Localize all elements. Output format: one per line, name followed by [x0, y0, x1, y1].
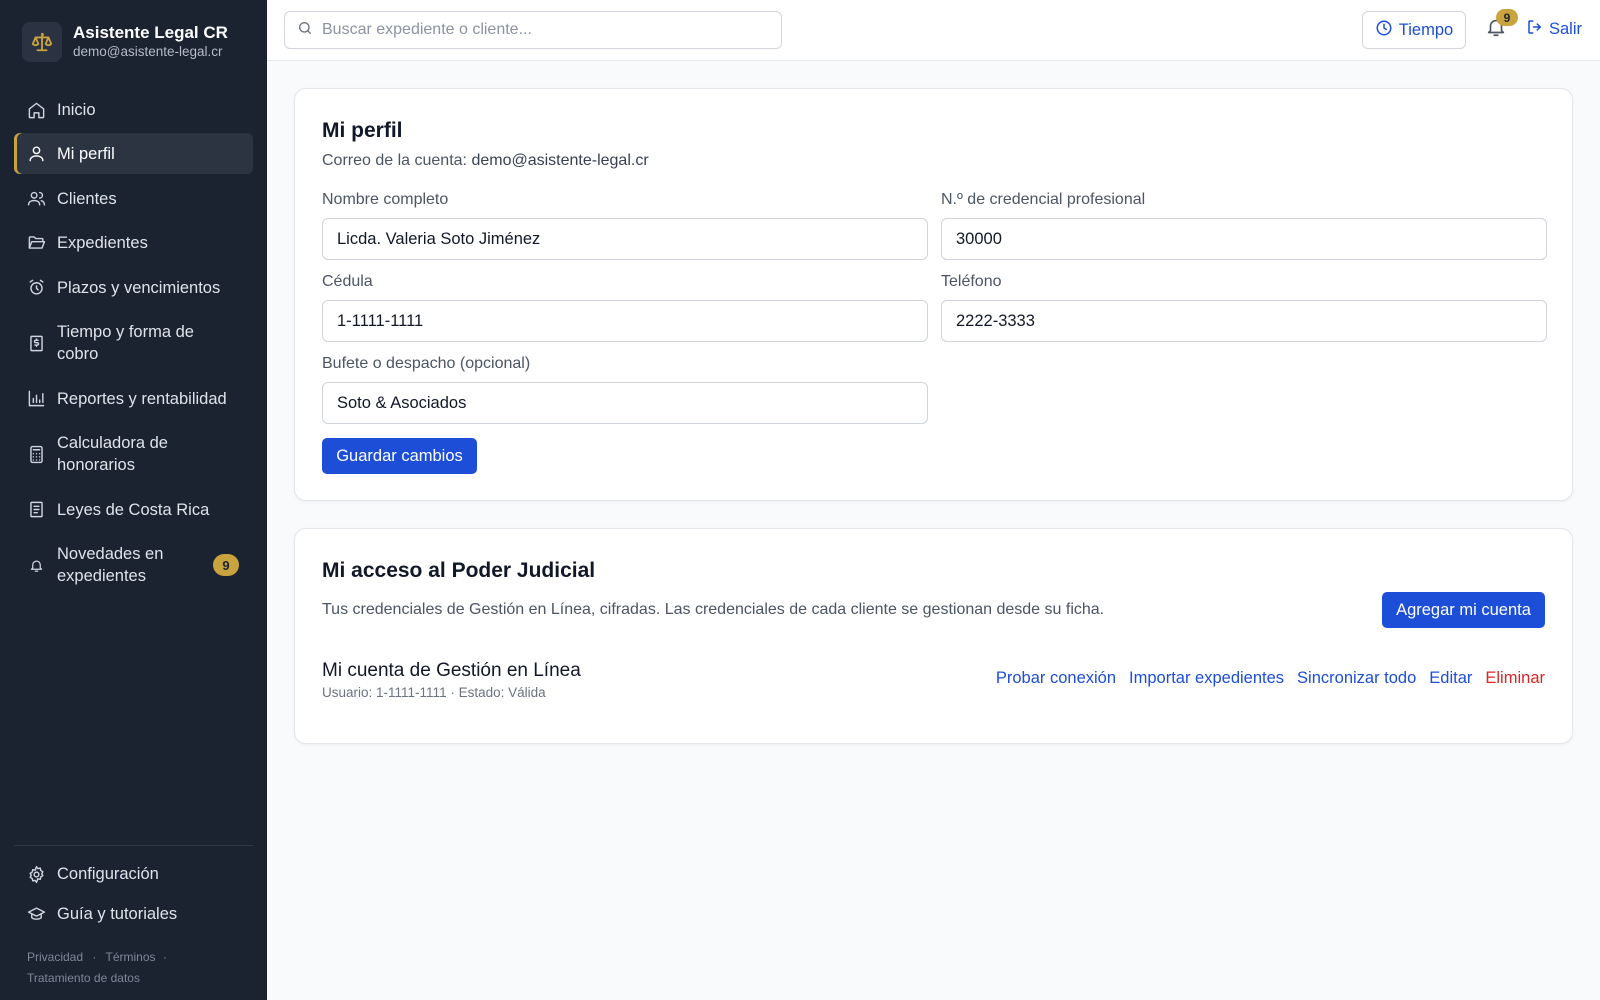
- sidebar-item-label: Clientes: [57, 189, 117, 208]
- brand-name: Asistente Legal CR: [73, 23, 228, 42]
- account-email-label: Correo de la cuenta:: [322, 152, 467, 169]
- privacy-link[interactable]: Privacidad: [27, 950, 83, 964]
- add-account-button[interactable]: Agregar mi cuenta: [1382, 592, 1545, 628]
- sidebar-item-configuracion[interactable]: Configuración: [14, 855, 253, 893]
- save-button[interactable]: Guardar cambios: [322, 438, 477, 474]
- sidebar-item-label: Reportes y rentabilidad: [57, 389, 227, 408]
- logout-button[interactable]: Salir: [1526, 18, 1582, 41]
- sidebar-item-label: Inicio: [57, 101, 96, 119]
- phone-field[interactable]: [956, 311, 1546, 331]
- import-cases-link[interactable]: Importar expedientes: [1129, 669, 1284, 688]
- sidebar-item-novedades[interactable]: Novedades en expedientes 9: [14, 533, 253, 597]
- phone-label: Teléfono: [941, 273, 1002, 290]
- sidebar-divider: [14, 845, 253, 846]
- sidebar-item-label: Leyes de Costa Rica: [57, 500, 210, 519]
- account-email-line: Correo de la cuenta: demo@asistente-lega…: [322, 152, 649, 170]
- sidebar-item-leyes[interactable]: Leyes de Costa Rica: [14, 489, 253, 530]
- home-icon: [27, 101, 46, 120]
- sync-all-link[interactable]: Sincronizar todo: [1297, 669, 1416, 688]
- sidebar-item-reportes[interactable]: Reportes y rentabilidad: [14, 378, 253, 419]
- search-box[interactable]: [284, 11, 782, 49]
- judicial-title: Mi acceso al Poder Judicial: [322, 559, 596, 582]
- sidebar-item-clientes[interactable]: Clientes: [14, 178, 253, 219]
- sidebar-item-label: Mi perfil: [57, 144, 115, 163]
- firm-label: Bufete o despacho (opcional): [322, 355, 531, 372]
- sidebar-item-calculadora[interactable]: Calculadora de honorarios: [14, 422, 253, 486]
- brand-email: demo@asistente-legal.cr: [73, 44, 223, 59]
- topbar: Tiempo 9 Salir: [267, 0, 1600, 61]
- firm-field[interactable]: [337, 393, 927, 413]
- test-connection-link[interactable]: Probar conexión: [996, 669, 1116, 688]
- legal-footer-links: Privacidad · Términos · Tratamiento de d…: [27, 947, 247, 989]
- sidebar-item-label: Tiempo y forma de cobro: [57, 323, 194, 363]
- bell-icon: [27, 556, 46, 575]
- phone-field-wrapper: [941, 300, 1547, 342]
- alarm-clock-icon: [27, 278, 46, 297]
- full-name-field-wrapper: [322, 218, 928, 260]
- full-name-field[interactable]: [337, 229, 927, 249]
- credential-field-wrapper: [941, 218, 1547, 260]
- sidebar-item-guia[interactable]: Guía y tutoriales: [14, 895, 253, 933]
- sidebar: Asistente Legal CR demo@asistente-legal.…: [0, 0, 267, 1000]
- notifications-count-badge: 9: [1496, 9, 1518, 26]
- sidebar-item-tiempo-cobro[interactable]: Tiempo y forma de cobro: [14, 311, 253, 375]
- delete-link[interactable]: Eliminar: [1485, 669, 1545, 688]
- search-input[interactable]: [322, 21, 752, 39]
- edit-link[interactable]: Editar: [1429, 669, 1472, 688]
- scale-icon: [22, 22, 62, 62]
- sidebar-item-label: Configuración: [57, 865, 159, 883]
- brand[interactable]: Asistente Legal CR demo@asistente-legal.…: [22, 22, 228, 62]
- firm-field-wrapper: [322, 382, 928, 424]
- logout-label: Salir: [1549, 20, 1583, 38]
- account-title: Mi cuenta de Gestión en Línea: [322, 660, 581, 681]
- id-number-label: Cédula: [322, 273, 373, 290]
- bar-chart-icon: [27, 389, 46, 408]
- credential-field[interactable]: [956, 229, 1546, 249]
- receipt-icon: [27, 334, 46, 353]
- profile-card: Mi perfil Correo de la cuenta: demo@asis…: [294, 88, 1573, 501]
- time-button[interactable]: Tiempo: [1362, 11, 1466, 49]
- user-icon: [27, 144, 46, 163]
- users-icon: [27, 189, 46, 208]
- sidebar-item-label: Novedades en expedientes: [57, 545, 164, 585]
- sidebar-item-expedientes[interactable]: Expedientes: [14, 222, 253, 263]
- time-button-label: Tiempo: [1398, 20, 1454, 39]
- sidebar-item-label: Calculadora de honorarios: [57, 434, 168, 474]
- sidebar-item-mi-perfil[interactable]: Mi perfil: [14, 133, 253, 174]
- clock-icon: [1375, 19, 1393, 42]
- judicial-access-card: Mi acceso al Poder Judicial Tus credenci…: [294, 528, 1573, 744]
- search-icon: [297, 20, 313, 41]
- footer-separator: ·: [162, 950, 167, 964]
- calculator-icon: [27, 445, 46, 464]
- logout-icon: [1526, 18, 1544, 41]
- account-meta: Usuario: 1-1111-1111 · Estado: Válida: [322, 685, 546, 700]
- sidebar-item-plazos[interactable]: Plazos y vencimientos: [14, 267, 253, 308]
- data-treatment-link[interactable]: Tratamiento de datos: [27, 971, 140, 985]
- id-number-field-wrapper: [322, 300, 928, 342]
- sidebar-item-label: Plazos y vencimientos: [57, 278, 221, 297]
- id-number-field[interactable]: [337, 311, 927, 331]
- novedades-count-badge: 9: [213, 554, 239, 576]
- footer-separator: ·: [92, 950, 97, 964]
- sidebar-item-label: Expedientes: [57, 233, 148, 252]
- terms-link[interactable]: Términos: [106, 950, 156, 964]
- sidebar-item-inicio[interactable]: Inicio: [14, 89, 253, 131]
- full-name-label: Nombre completo: [322, 191, 449, 208]
- profile-title: Mi perfil: [322, 119, 403, 142]
- folder-icon: [27, 233, 46, 252]
- account-email-value: demo@asistente-legal.cr: [471, 152, 649, 169]
- gear-icon: [27, 865, 46, 884]
- graduation-cap-icon: [27, 905, 46, 924]
- book-icon: [27, 500, 46, 519]
- account-actions: Probar conexión Importar expedientes Sin…: [996, 669, 1545, 688]
- judicial-description: Tus credenciales de Gestión en Línea, ci…: [322, 601, 1105, 618]
- sidebar-item-label: Guía y tutoriales: [57, 905, 178, 923]
- credential-label: N.º de credencial profesional: [941, 191, 1146, 208]
